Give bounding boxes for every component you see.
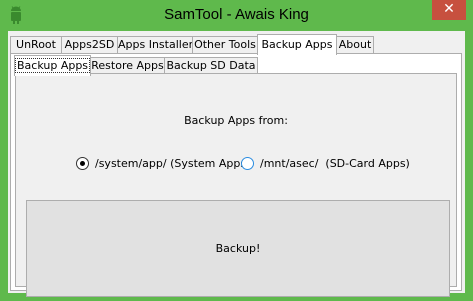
backup-button[interactable]: Backup! [26,200,450,297]
backup-from-label: Backup Apps from: [184,114,288,127]
radio-selected-icon[interactable] [76,156,89,170]
app-window: SamTool - Awais King ✕ UnRoot Apps2SD Ap… [0,0,473,301]
subtab-backup-apps[interactable]: Backup Apps [14,55,91,76]
tab-other-tools[interactable]: Other Tools [192,36,258,54]
radio-system-apps-label: /system/app/ (System Apps) [95,156,251,170]
window-title: SamTool - Awais King [164,6,309,23]
close-button[interactable]: ✕ [432,0,466,20]
close-icon: ✕ [443,1,455,17]
backup-apps-page: Backup Apps Restore Apps Backup SD Data … [10,53,462,297]
backup-panel: Backup Apps from: /system/app/ (System A… [15,73,457,297]
radio-unselected-icon[interactable] [241,156,254,170]
tab-backup-apps[interactable]: Backup Apps [257,34,337,55]
radio-sdcard-apps[interactable]: /mnt/asec/ (SD-Card Apps) [241,155,410,171]
tab-apps-installer[interactable]: Apps Installer [117,36,193,54]
radio-system-apps[interactable]: /system/app/ (System Apps) [76,155,250,171]
client-area: UnRoot Apps2SD Apps Installer Other Tool… [8,31,465,297]
tab-apps2sd[interactable]: Apps2SD [61,36,118,54]
tab-unroot[interactable]: UnRoot [10,36,62,54]
title-bar[interactable]: SamTool - Awais King ✕ [0,0,473,31]
radio-sdcard-apps-label: /mnt/asec/ (SD-Card Apps) [260,156,410,170]
tab-about[interactable]: About [336,36,374,54]
subtab-backup-apps-label: Backup Apps [15,58,91,73]
